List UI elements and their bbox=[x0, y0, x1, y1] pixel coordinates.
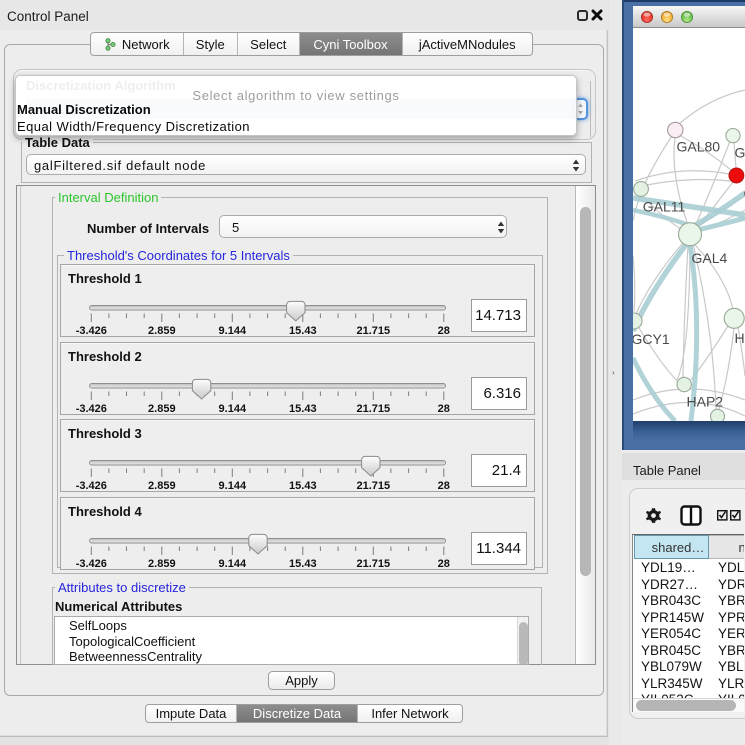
svg-text:15.43: 15.43 bbox=[289, 558, 317, 569]
svg-text:GAL: GAL bbox=[735, 145, 745, 161]
svg-text:21.715: 21.715 bbox=[356, 325, 390, 336]
svg-text:28: 28 bbox=[438, 558, 450, 569]
svg-text:15.43: 15.43 bbox=[289, 480, 317, 491]
svg-text:2.859: 2.859 bbox=[148, 403, 176, 414]
svg-text:9.144: 9.144 bbox=[219, 480, 247, 491]
svg-text:21.715: 21.715 bbox=[356, 480, 390, 491]
svg-text:-3.426: -3.426 bbox=[76, 480, 107, 491]
svg-text:-3.426: -3.426 bbox=[76, 325, 107, 336]
svg-text:9.144: 9.144 bbox=[219, 558, 247, 569]
svg-text:28: 28 bbox=[438, 403, 450, 414]
svg-text:GCY1: GCY1 bbox=[633, 331, 670, 347]
svg-text:21.715: 21.715 bbox=[356, 403, 390, 414]
svg-text:9.144: 9.144 bbox=[219, 325, 247, 336]
svg-text:28: 28 bbox=[438, 325, 450, 336]
svg-text:9.144: 9.144 bbox=[219, 403, 247, 414]
svg-text:28: 28 bbox=[438, 480, 450, 491]
svg-text:-3.426: -3.426 bbox=[76, 403, 107, 414]
svg-text:15.43: 15.43 bbox=[289, 403, 317, 414]
svg-text:2.859: 2.859 bbox=[148, 325, 176, 336]
svg-text:-3.426: -3.426 bbox=[76, 558, 107, 569]
svg-text:2.859: 2.859 bbox=[148, 558, 176, 569]
svg-text:GAL11: GAL11 bbox=[643, 199, 686, 215]
svg-text:GAL4: GAL4 bbox=[692, 250, 728, 266]
svg-text:GAL80: GAL80 bbox=[677, 139, 721, 155]
svg-text:HAP2: HAP2 bbox=[687, 394, 724, 410]
svg-text:HI: HI bbox=[735, 330, 745, 346]
svg-text:15.43: 15.43 bbox=[289, 325, 317, 336]
svg-text:21.715: 21.715 bbox=[356, 558, 390, 569]
svg-text:2.859: 2.859 bbox=[148, 480, 176, 491]
